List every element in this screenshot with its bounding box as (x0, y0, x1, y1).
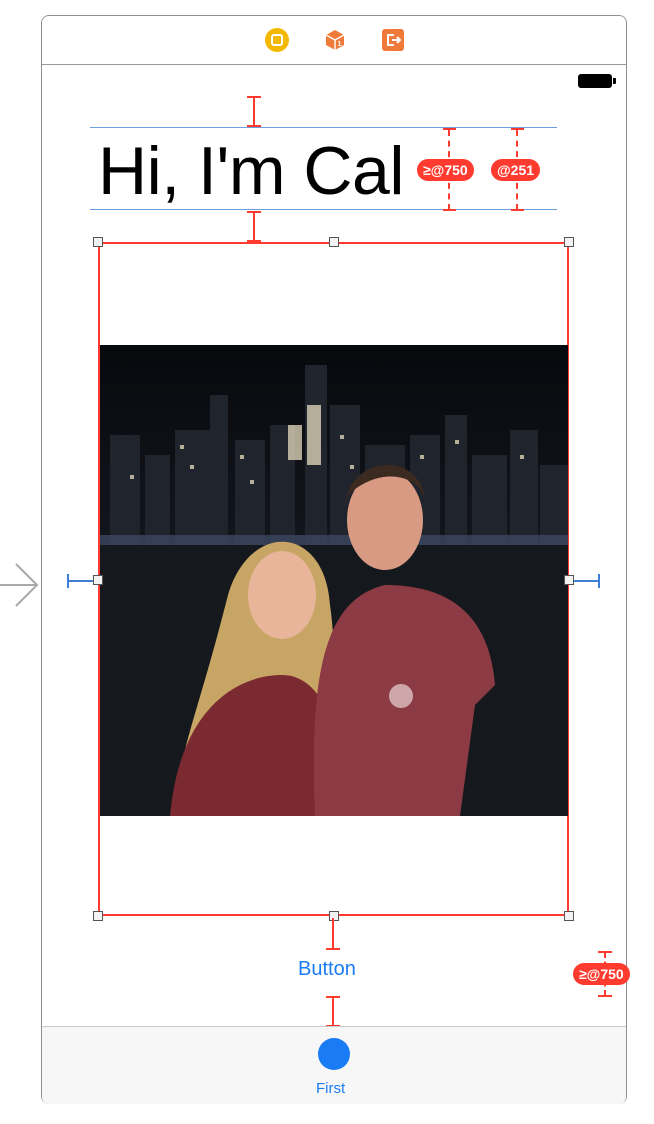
constraint-badge[interactable]: ≥@750 (573, 963, 630, 985)
constraint-cap (511, 128, 524, 130)
resize-handle[interactable] (93, 575, 103, 585)
exit-icon[interactable] (381, 28, 405, 52)
button-bottom-constraint[interactable] (332, 997, 334, 1027)
main-button[interactable]: Button (298, 958, 356, 981)
title-image-spacing-constraint[interactable] (253, 212, 255, 242)
resize-handle[interactable] (93, 237, 103, 247)
tab-item-label[interactable]: First (316, 1080, 345, 1097)
leading-margin-constraint[interactable] (67, 580, 93, 582)
constraint-cap (443, 128, 456, 130)
tab-item-icon[interactable] (318, 1038, 350, 1070)
constraint-cap (598, 574, 600, 588)
constraint-cap (598, 951, 612, 953)
first-responder-icon[interactable]: 1 (323, 28, 347, 52)
constraint-cap (247, 211, 261, 213)
image-button-spacing-constraint[interactable] (332, 918, 334, 948)
resize-handle[interactable] (564, 911, 574, 921)
constraint-cap (67, 574, 69, 588)
title-top-guide (90, 127, 557, 128)
title-label[interactable]: Hi, I'm Cal (98, 133, 404, 209)
view-controller-icon[interactable] (265, 28, 289, 52)
constraint-cap (326, 948, 340, 950)
constraint-cap (598, 995, 612, 997)
constraint-cap (247, 96, 261, 98)
trailing-margin-constraint[interactable] (574, 580, 600, 582)
profile-photo[interactable] (100, 345, 568, 816)
title-bottom-guide (90, 209, 557, 210)
resize-handle[interactable] (329, 911, 339, 921)
constraint-badge[interactable]: @251 (491, 159, 541, 181)
constraint-cap (326, 996, 340, 998)
constraint-badge[interactable]: ≥@750 (417, 159, 474, 181)
resize-handle[interactable] (93, 911, 103, 921)
title-top-constraint[interactable] (253, 97, 255, 127)
battery-tip (613, 78, 616, 84)
resize-handle[interactable] (564, 237, 574, 247)
battery-icon (578, 74, 612, 88)
resize-handle[interactable] (564, 575, 574, 585)
resize-handle[interactable] (329, 237, 339, 247)
constraint-cap (511, 209, 524, 211)
svg-text:1: 1 (338, 41, 342, 48)
initial-entry-arrow-icon (0, 563, 39, 607)
constraint-cap (443, 209, 456, 211)
